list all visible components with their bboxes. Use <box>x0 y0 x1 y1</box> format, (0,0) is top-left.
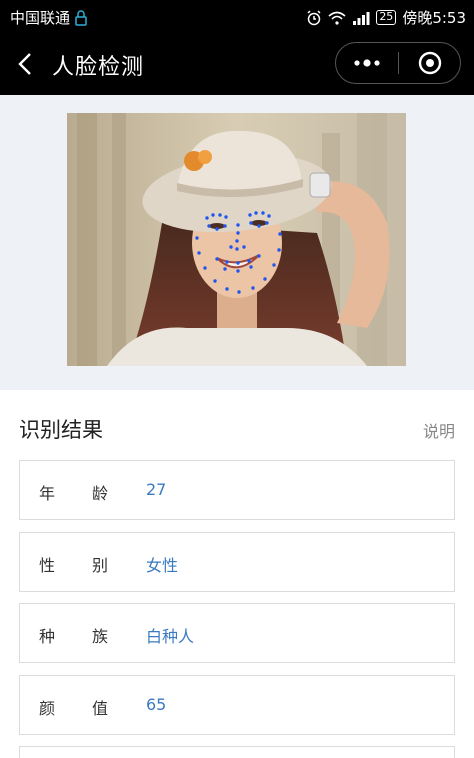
row-value: 白种人 <box>146 627 195 646</box>
hd-lock-icon <box>74 9 88 26</box>
label-char: 颜 <box>39 699 57 718</box>
chevron-left-icon <box>18 53 31 75</box>
face-photo <box>67 113 406 366</box>
row-label: 颜 值 <box>39 695 109 719</box>
miniprogram-capsule <box>335 42 461 84</box>
status-bar: 中国联通 25 傍晚5:53 <box>0 0 474 32</box>
result-title: 识别结果 <box>19 418 103 442</box>
label-char: 年 <box>39 484 57 503</box>
result-row-gender: 性 别 女性 <box>19 532 455 592</box>
row-value: 27 <box>146 480 167 499</box>
row-label: 种 族 <box>39 623 109 647</box>
row-label: 性 别 <box>39 552 109 576</box>
close-button[interactable] <box>399 43 460 83</box>
label-char: 族 <box>91 627 109 646</box>
result-header: 识别结果 说明 <box>0 390 474 460</box>
label-char: 性 <box>39 556 57 575</box>
close-circle-icon <box>418 51 441 75</box>
result-row-beauty: 颜 值 65 <box>19 675 455 735</box>
more-dots-icon <box>354 59 380 67</box>
row-value: 65 <box>146 695 167 714</box>
result-row-partial <box>19 746 455 758</box>
row-value: 女性 <box>146 556 179 575</box>
back-button[interactable] <box>14 51 38 77</box>
label-char: 值 <box>91 699 109 718</box>
label-char: 种 <box>39 627 57 646</box>
alarm-icon <box>306 9 322 26</box>
wifi-icon <box>328 11 346 25</box>
result-row-age: 年 龄 27 <box>19 460 455 520</box>
explain-link[interactable]: 说明 <box>423 418 455 442</box>
more-button[interactable] <box>336 43 398 83</box>
nav-bar: 人脸检测 <box>0 32 474 95</box>
label-char: 龄 <box>91 484 109 503</box>
status-time: 傍晚5:53 <box>402 9 466 27</box>
label-char: 别 <box>91 556 109 575</box>
battery-indicator: 25 <box>376 10 397 25</box>
photo-section <box>0 95 474 390</box>
signal-icon <box>352 11 370 25</box>
row-label: 年 龄 <box>39 480 109 504</box>
carrier-name: 中国联通 <box>10 9 71 27</box>
result-row-race: 种 族 白种人 <box>19 603 455 663</box>
page-title: 人脸检测 <box>52 55 145 80</box>
